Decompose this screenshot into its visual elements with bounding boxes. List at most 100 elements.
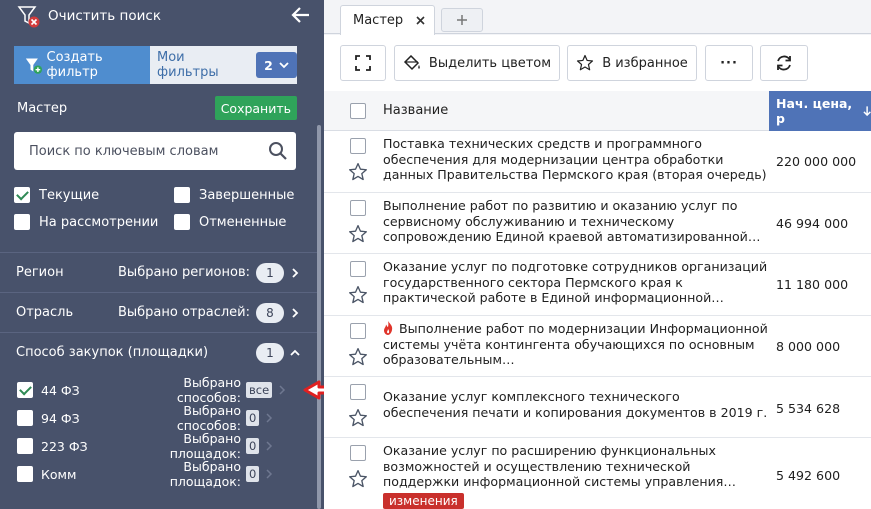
table-header: Название Нач. цена, р: [324, 91, 871, 131]
chevron-right-icon[interactable]: [278, 385, 286, 395]
column-price-label: Нач. цена, р: [776, 96, 853, 126]
create-filter-button[interactable]: Создать фильтр: [14, 46, 150, 84]
keyword-search-input[interactable]: Поиск по ключевым словам: [14, 132, 296, 170]
clear-search-label[interactable]: Очистить поиск: [48, 8, 161, 24]
status-finished-label: Завершенные: [199, 187, 295, 203]
row-title[interactable]: Поставка технических средств и программн…: [383, 136, 768, 183]
status-cancelled-checkbox[interactable]: [174, 214, 190, 230]
my-filters-dropdown[interactable]: 2: [256, 52, 297, 78]
status-cancelled[interactable]: Отмененные: [174, 214, 286, 230]
section-industry-label: Отрасль: [16, 305, 74, 320]
law-94-summary: Выбрано способов:: [176, 403, 241, 433]
section-region[interactable]: Регион Выбрано регионов: 1: [0, 252, 318, 292]
tab-master-label: Мастер: [353, 13, 404, 28]
industry-count: 8: [256, 302, 284, 323]
save-button[interactable]: Сохранить: [214, 96, 297, 120]
star-icon[interactable]: [348, 224, 368, 244]
section-procurement-method[interactable]: Способ закупок (площадки) 1: [0, 332, 318, 372]
row-title[interactable]: Выполнение работ по развитию и оказанию …: [383, 198, 768, 245]
close-icon[interactable]: [416, 16, 425, 25]
law-223-checkbox[interactable]: [17, 438, 33, 454]
row-title[interactable]: Оказание услуг по расширению функциональ…: [383, 443, 768, 490]
column-name-header[interactable]: Название: [383, 103, 448, 118]
highlight-color-label: Выделить цветом: [428, 55, 552, 71]
table-row[interactable]: Поставка технических средств и программн…: [324, 131, 871, 193]
chevron-right-icon[interactable]: [265, 413, 273, 423]
add-favorite-button[interactable]: В избранное: [567, 45, 697, 81]
star-icon[interactable]: [348, 162, 368, 182]
law-94-value: 0: [246, 410, 260, 426]
row-checkbox[interactable]: [350, 261, 366, 277]
law-94-checkbox[interactable]: [17, 410, 33, 426]
table-row[interactable]: Оказание услуг по расширению функциональ…: [324, 438, 871, 509]
region-count: 1: [256, 262, 284, 283]
star-icon[interactable]: [348, 408, 368, 428]
sidebar-scrollbar[interactable]: [317, 125, 321, 509]
law-44-label: 44 ФЗ: [41, 382, 80, 398]
current-filter-name: Мастер: [17, 100, 68, 116]
row-title-wrap[interactable]: Выполнение работ по модернизации Информа…: [383, 321, 768, 368]
column-price-header[interactable]: Нач. цена, р: [769, 91, 871, 131]
chevron-right-icon[interactable]: [265, 469, 273, 479]
row-title[interactable]: Выполнение работ по модернизации Информа…: [383, 321, 768, 367]
status-finished-checkbox[interactable]: [174, 187, 190, 203]
fire-icon: [384, 321, 393, 335]
filter-clear-icon: [16, 3, 42, 29]
status-finished[interactable]: Завершенные: [174, 187, 294, 203]
select-all-checkbox[interactable]: [350, 103, 366, 119]
region-summary: Выбрано регионов:: [118, 265, 250, 280]
status-review-checkbox[interactable]: [14, 214, 30, 230]
fullscreen-button[interactable]: [340, 45, 386, 81]
tab-master[interactable]: Мастер: [340, 5, 435, 35]
row-checkbox[interactable]: [350, 200, 366, 216]
highlight-color-button[interactable]: Выделить цветом: [394, 45, 560, 81]
row-price: 5 492 600: [776, 468, 841, 483]
row-checkbox[interactable]: [350, 445, 366, 461]
row-title[interactable]: Оказание услуг комплексного технического…: [383, 389, 768, 420]
row-price: 46 994 000: [776, 216, 849, 231]
chevron-right-icon[interactable]: [265, 441, 273, 451]
table-row[interactable]: Выполнение работ по модернизации Информа…: [324, 316, 871, 377]
refresh-button[interactable]: [760, 45, 808, 81]
my-filters-button[interactable]: Мои фильтры 2: [150, 46, 297, 84]
add-tab-button[interactable]: [441, 8, 483, 32]
more-button[interactable]: ···: [705, 45, 753, 81]
law-row-44[interactable]: 44 ФЗ Выбрано способов: все: [17, 375, 307, 405]
clear-search-row[interactable]: Очистить поиск: [0, 0, 324, 32]
chevron-right-icon: [292, 267, 299, 278]
my-filters-label: Мои фильтры: [157, 50, 219, 80]
row-checkbox[interactable]: [350, 323, 366, 339]
industry-summary: Выбрано отраслей:: [117, 305, 250, 320]
row-checkbox[interactable]: [350, 384, 366, 400]
sort-desc-icon: [863, 106, 871, 117]
law-comm-label: Комм: [41, 466, 77, 482]
fullscreen-icon: [355, 55, 371, 71]
table-row[interactable]: Выполнение работ по развитию и оказанию …: [324, 193, 871, 254]
section-procurement-label: Способ закупок (площадки): [16, 345, 209, 360]
law-223-label: 223 ФЗ: [41, 438, 88, 454]
law-row-comm[interactable]: Комм Выбрано площадок: 0: [17, 459, 307, 489]
law-comm-checkbox[interactable]: [17, 466, 33, 482]
law-row-223[interactable]: 223 ФЗ Выбрано площадок: 0: [17, 431, 307, 461]
create-filter-label: Создать фильтр: [46, 50, 103, 80]
status-current[interactable]: Текущие: [14, 187, 99, 203]
star-icon[interactable]: [348, 285, 368, 305]
law-row-94[interactable]: 94 ФЗ Выбрано способов: 0: [17, 403, 307, 433]
law-44-summary: Выбрано способов:: [176, 375, 241, 405]
table-row[interactable]: Оказание услуг комплексного технического…: [324, 377, 871, 438]
star-icon[interactable]: [348, 347, 368, 367]
row-title[interactable]: Оказание услуг по подготовке сотрудников…: [383, 259, 768, 306]
collapse-arrow-icon[interactable]: [290, 4, 312, 26]
row-checkbox[interactable]: [350, 138, 366, 154]
table-row[interactable]: Оказание услуг по подготовке сотрудников…: [324, 254, 871, 316]
law-44-checkbox[interactable]: [17, 382, 33, 398]
chevron-up-icon: [290, 349, 300, 356]
procurement-count: 1: [256, 342, 284, 363]
section-industry[interactable]: Отрасль Выбрано отраслей: 8: [0, 292, 318, 332]
star-icon[interactable]: [348, 469, 368, 489]
status-review[interactable]: На рассмотрении: [14, 214, 158, 230]
search-icon[interactable]: [268, 141, 288, 161]
status-current-label: Текущие: [39, 187, 100, 203]
row-price: 5 534 628: [776, 401, 841, 416]
status-current-checkbox[interactable]: [14, 187, 30, 203]
